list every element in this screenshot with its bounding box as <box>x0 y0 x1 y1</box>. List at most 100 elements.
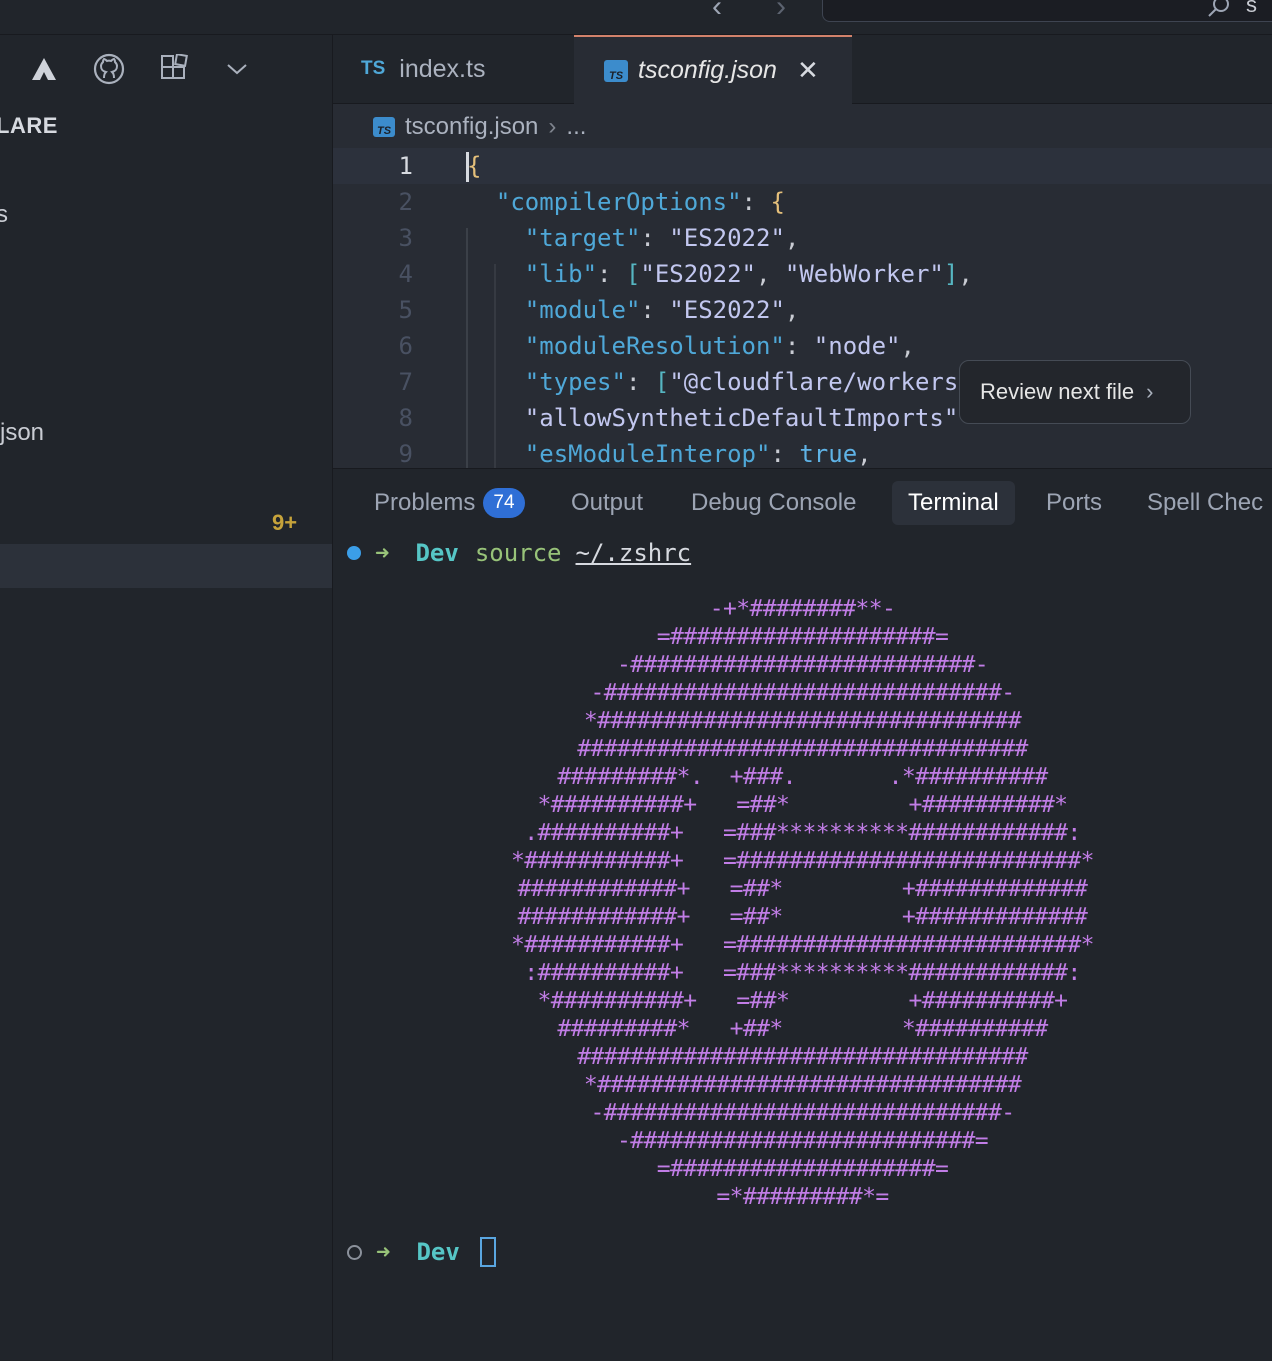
problems-count-badge: 74 <box>483 488 525 518</box>
code-text: "esModuleInterop": true, <box>524 440 872 468</box>
breadcrumb-file[interactable]: tsconfig.json <box>405 113 538 141</box>
tab-terminal[interactable]: Terminal <box>892 481 1015 525</box>
title-bar: ‹ › s <box>0 0 1272 35</box>
code-line[interactable]: 5 "module": "ES2022", <box>333 292 1272 328</box>
ascii-art-line: -##############################- <box>590 1100 1016 1126</box>
panel-tab-bar: Problems 74 Output Debug Console Terminal… <box>333 481 1272 529</box>
code-text: "lib": ["ES2022", "WebWorker"], <box>524 260 973 288</box>
ascii-art-line: #########* +##* *########## <box>557 1016 1048 1042</box>
code-editor[interactable]: TS tsconfig.json › ... 1{2 "compilerOpti… <box>333 104 1272 468</box>
ascii-art-line: ############+ =##* +############# <box>517 904 1088 930</box>
extensions-icon[interactable] <box>156 51 192 87</box>
breadcrumb: TS tsconfig.json › ... <box>373 112 586 142</box>
tsconfig-file-icon: TS <box>373 117 395 137</box>
line-number: 2 <box>398 188 413 216</box>
ascii-art-line: -+*########**- <box>709 596 896 622</box>
back-icon[interactable]: ‹ <box>712 0 722 24</box>
line-number: 8 <box>398 404 413 432</box>
ascii-art-line: *##########+ =##* +##########* <box>537 792 1068 818</box>
ascii-art-line: ############+ =##* +############# <box>517 876 1088 902</box>
code-line[interactable]: 4 "lib": ["ES2022", "WebWorker"], <box>333 256 1272 292</box>
prompt-directory: Dev <box>415 539 459 567</box>
search-text[interactable]: s <box>1246 0 1257 18</box>
prompt-directory: Dev <box>416 1238 460 1266</box>
line-number: 4 <box>398 260 413 288</box>
terminal-ascii-art: -+*########**- =####################= -###… <box>333 595 1272 1211</box>
ascii-art-line: *################################ <box>583 708 1022 734</box>
ascii-art-line: =####################= <box>656 624 949 650</box>
review-next-file-button[interactable]: Review next file › <box>959 360 1191 424</box>
ascii-art-line: ################################## <box>577 736 1028 762</box>
command-center-search[interactable] <box>822 0 1272 22</box>
bottom-panel: Problems 74 Output Debug Console Terminal… <box>333 468 1272 1361</box>
ascii-art-line: *################################ <box>583 1072 1022 1098</box>
tab-label: index.ts <box>399 54 486 83</box>
review-button-label: Review next file <box>980 379 1135 404</box>
tab-spell-checker[interactable]: Spell Chec <box>1147 481 1263 525</box>
code-line[interactable]: 3 "target": "ES2022", <box>333 220 1272 256</box>
sidebar: LARE s json 9+ <box>0 35 333 1360</box>
line-number: 9 <box>398 440 413 468</box>
github-icon[interactable] <box>91 51 127 87</box>
line-number: 3 <box>398 224 413 252</box>
code-text: "moduleResolution": "node", <box>524 332 915 360</box>
ascii-art-line: ################################## <box>577 1044 1028 1070</box>
code-line[interactable]: 6 "moduleResolution": "node", <box>333 328 1272 364</box>
tab-index-ts[interactable]: TS index.ts <box>333 35 573 103</box>
ascii-art-line: *##########+ =##* +##########+ <box>537 988 1068 1014</box>
sidebar-selected-item[interactable] <box>0 544 332 588</box>
forward-icon[interactable]: › <box>776 0 786 24</box>
sidebar-item[interactable]: s <box>0 201 8 229</box>
code-line[interactable]: 2 "compilerOptions": { <box>333 184 1272 220</box>
chevron-right-icon: › <box>1146 379 1154 404</box>
code-text: "allowSyntheticDefaultImports" <box>524 404 959 432</box>
code-text: "types": ["@cloudflare/workers <box>524 368 959 396</box>
ascii-art-line: -##########################- <box>617 652 989 678</box>
ascii-art-line: -##########################= <box>617 1128 989 1154</box>
terminal-argument-link[interactable]: ~/.zshrc <box>576 535 692 571</box>
code-text: { <box>467 152 482 180</box>
tab-debug-console[interactable]: Debug Console <box>691 481 856 525</box>
chevron-down-icon[interactable] <box>219 51 255 87</box>
chevron-right-icon: › <box>548 113 557 140</box>
code-line[interactable]: 9 "esModuleInterop": true, <box>333 436 1272 468</box>
ascii-art-line: *###########+ =#########################… <box>511 848 1094 874</box>
line-number: 5 <box>398 296 413 324</box>
terminal-command: source <box>474 539 562 567</box>
cloudflare-icon[interactable] <box>26 51 62 87</box>
terminal-cursor <box>479 1237 496 1267</box>
typescript-icon: TS <box>361 58 386 79</box>
prompt-arrow-icon: ➜ <box>375 539 390 567</box>
tab-tsconfig-json[interactable]: TS tsconfig.json ✕ <box>574 35 852 104</box>
ascii-art-line: =*#########*= <box>716 1184 889 1210</box>
command-status-icon[interactable] <box>347 546 361 560</box>
line-number: 1 <box>398 152 413 180</box>
sidebar-item-json[interactable]: json <box>0 419 44 447</box>
tsconfig-file-icon: TS <box>604 59 628 82</box>
sidebar-section-title: LARE <box>0 113 58 138</box>
ascii-art-line: -##############################- <box>590 680 1016 706</box>
terminal-command-line: ➜ Dev source ~/.zshrc <box>347 535 691 571</box>
tab-label: Problems <box>374 489 476 516</box>
code-text: "compilerOptions": { <box>495 188 785 216</box>
command-status-icon[interactable] <box>347 1244 362 1260</box>
line-number: 6 <box>398 332 413 360</box>
code-line[interactable]: 1{ <box>333 148 1272 184</box>
indent-guide <box>494 264 496 468</box>
search-icon[interactable] <box>1206 0 1232 26</box>
problems-count-badge: 9+ <box>272 510 298 535</box>
terminal-prompt-line[interactable]: ➜ Dev <box>347 1234 496 1270</box>
text-cursor <box>466 152 469 182</box>
tab-output[interactable]: Output <box>571 481 643 525</box>
tab-label: tsconfig.json <box>638 56 777 84</box>
code-text: "module": "ES2022", <box>524 296 800 324</box>
indent-guide <box>466 228 468 468</box>
ascii-art-line: #########*. +###. .*########## <box>557 764 1048 790</box>
breadcrumb-more[interactable]: ... <box>566 113 586 141</box>
code-text: "target": "ES2022", <box>524 224 800 252</box>
tab-problems[interactable]: Problems 74 <box>374 481 525 525</box>
prompt-arrow-icon: ➜ <box>376 1238 391 1266</box>
ascii-art-line: =####################= <box>656 1156 949 1182</box>
close-icon[interactable]: ✕ <box>797 55 819 86</box>
tab-ports[interactable]: Ports <box>1046 481 1102 525</box>
